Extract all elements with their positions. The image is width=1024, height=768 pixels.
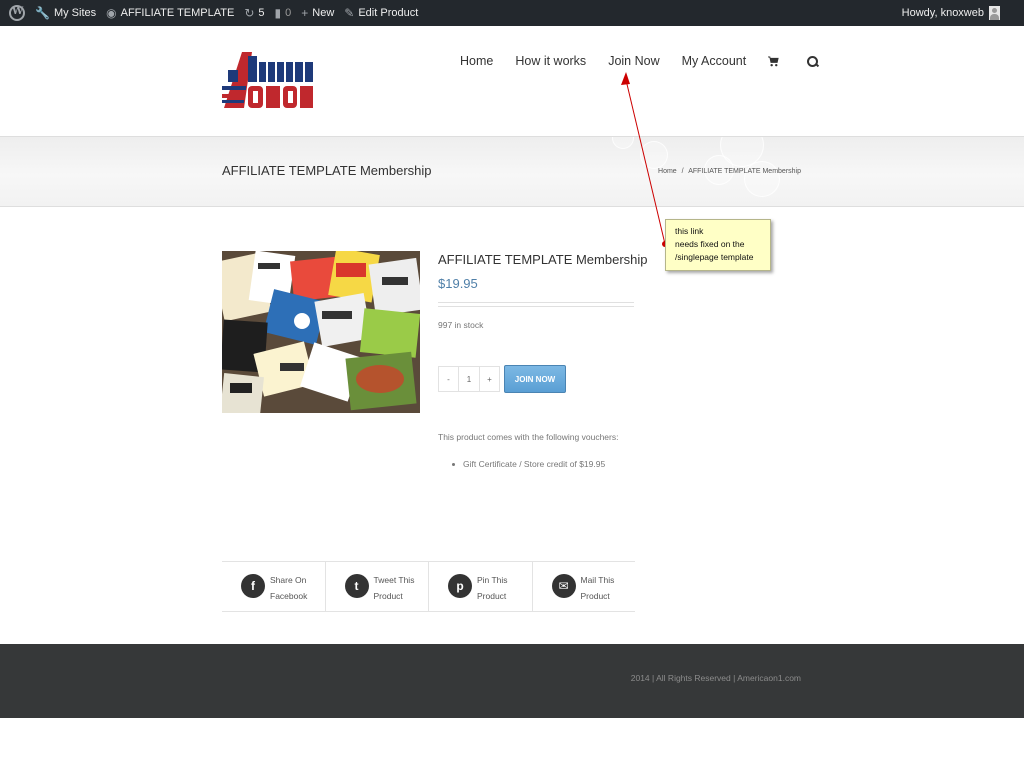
wrench-icon: 🔧 — [35, 6, 50, 20]
nav-my-account[interactable]: My Account — [682, 54, 747, 68]
share-mail[interactable]: ✉ Mail This Product — [533, 562, 636, 611]
admin-account[interactable]: Howdy, knoxweb — [902, 0, 1000, 26]
admin-my-sites-label: My Sites — [53, 7, 97, 19]
share-facebook[interactable]: f Share On Facebook — [222, 562, 326, 611]
share-mail-line2: Product — [580, 591, 610, 601]
quantity-plus-button[interactable]: + — [480, 367, 499, 391]
main-nav: Home How it works Join Now My Account — [460, 54, 819, 68]
admin-my-sites[interactable]: 🔧 My Sites — [30, 0, 101, 26]
share-bar: f Share On Facebook t Tweet This Product… — [222, 561, 635, 612]
dashboard-icon: ◉ — [106, 6, 117, 20]
admin-wordpress-menu[interactable] — [4, 0, 30, 26]
copyright-text: 2014 | All Rights Reserved | Americaon1.… — [630, 673, 801, 683]
stock-status: 997 in stock — [438, 320, 484, 330]
admin-edit-product[interactable]: ✎ Edit Product — [339, 0, 423, 26]
facebook-icon: f — [241, 574, 265, 598]
mail-icon: ✉ — [551, 574, 576, 598]
site-footer: 2014 | All Rights Reserved | Americaon1.… — [0, 644, 1024, 718]
product-description: This product comes with the following vo… — [438, 432, 619, 442]
join-now-button[interactable]: JOIN NOW — [504, 365, 566, 393]
divider — [438, 302, 634, 303]
breadcrumb: Home / AFFILIATE TEMPLATE Membership — [658, 168, 801, 175]
admin-new[interactable]: + New — [296, 0, 339, 26]
breadcrumb-home[interactable]: Home — [658, 168, 677, 175]
product-image[interactable] — [222, 251, 420, 413]
admin-edit-product-label: Edit Product — [358, 7, 419, 19]
admin-new-label: New — [312, 7, 335, 19]
nav-join-now[interactable]: Join Now — [608, 54, 659, 68]
annotation-line: needs fixed on the — [675, 239, 745, 249]
nav-home[interactable]: Home — [460, 54, 493, 68]
plus-icon: + — [301, 6, 309, 20]
share-mail-line1: Mail This — [580, 575, 615, 585]
site-logo[interactable] — [222, 50, 314, 112]
product-price: $19.95 — [438, 276, 478, 291]
share-pinterest-line2: Product — [477, 591, 507, 601]
page-title: AFFILIATE TEMPLATE Membership — [222, 163, 432, 178]
avatar — [989, 6, 1000, 20]
pencil-icon: ✎ — [344, 6, 355, 20]
pinterest-icon: p — [448, 574, 472, 598]
search-icon[interactable] — [807, 55, 819, 67]
admin-site-name[interactable]: ◉ AFFILIATE TEMPLATE — [101, 0, 239, 26]
quantity-input[interactable]: 1 — [458, 367, 480, 391]
comment-icon: ▮ — [274, 6, 282, 20]
cart-icon[interactable] — [768, 55, 779, 67]
site-header: Home How it works Join Now My Account — [0, 26, 1024, 136]
admin-updates-count: 5 — [258, 7, 265, 19]
share-twitter-line1: Tweet This — [373, 575, 415, 585]
nav-how-it-works[interactable]: How it works — [515, 54, 586, 68]
annotation-line: this link — [675, 226, 704, 236]
share-facebook-line1: Share On — [270, 575, 307, 585]
annotation-note: this link needs fixed on the /singlepage… — [665, 219, 771, 271]
admin-site-name-label: AFFILIATE TEMPLATE — [120, 7, 235, 19]
quantity-stepper: - 1 + — [438, 366, 500, 392]
share-twitter[interactable]: t Tweet This Product — [326, 562, 429, 611]
admin-greeting: Howdy, knoxweb — [901, 7, 984, 19]
breadcrumb-current: AFFILIATE TEMPLATE Membership — [688, 168, 801, 175]
share-twitter-line2: Product — [373, 591, 403, 601]
quantity-minus-button[interactable]: - — [439, 367, 458, 391]
admin-updates[interactable]: ↻ 5 — [239, 0, 269, 26]
updates-icon: ↻ — [244, 6, 255, 20]
divider — [438, 306, 634, 307]
wordpress-icon — [9, 5, 25, 21]
admin-comments[interactable]: ▮ 0 — [270, 0, 297, 26]
share-pinterest[interactable]: p Pin This Product — [429, 562, 533, 611]
annotation-line: /singlepage template — [675, 252, 754, 262]
product-title: AFFILIATE TEMPLATE Membership — [438, 252, 648, 267]
page-title-bar: AFFILIATE TEMPLATE Membership Home / AFF… — [0, 136, 1024, 207]
breadcrumb-separator: / — [681, 168, 684, 175]
admin-comments-count: 0 — [285, 7, 292, 19]
admin-bar: 🔧 My Sites ◉ AFFILIATE TEMPLATE ↻ 5 ▮ 0 … — [0, 0, 1024, 26]
share-pinterest-line1: Pin This — [477, 575, 508, 585]
voucher-list-item: Gift Certificate / Store credit of $19.9… — [452, 459, 605, 469]
share-facebook-line2: Facebook — [270, 591, 308, 601]
twitter-icon: t — [344, 574, 369, 598]
